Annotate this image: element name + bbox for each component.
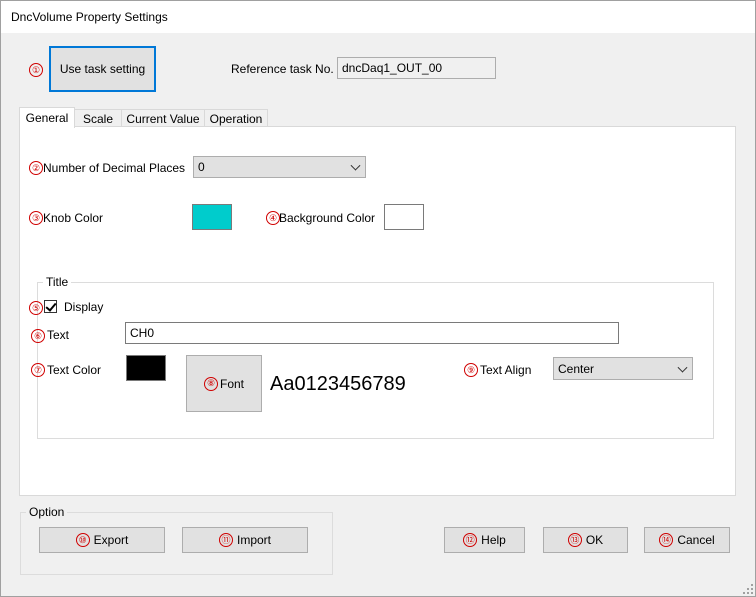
use-task-setting-button[interactable]: Use task setting: [49, 46, 156, 92]
font-preview: Aa0123456789: [270, 373, 406, 395]
chevron-down-icon: [350, 160, 361, 171]
display-checkbox[interactable]: [44, 300, 57, 313]
window-title: DncVolume Property Settings: [11, 10, 168, 24]
text-label: Text: [47, 328, 70, 342]
tab-general[interactable]: General: [19, 107, 75, 128]
chevron-down-icon: [677, 362, 688, 373]
background-color-swatch[interactable]: [384, 204, 424, 230]
help-button-label: Help: [481, 533, 506, 547]
import-button[interactable]: ⑪ Import: [182, 527, 308, 553]
marker-12: ⑫: [463, 533, 478, 547]
export-button-label: Export: [93, 533, 129, 547]
marker-6: ⑥: [31, 329, 45, 343]
knob-color-swatch[interactable]: [192, 204, 232, 230]
export-button[interactable]: ⑩ Export: [39, 527, 165, 553]
option-group-label: Option: [26, 505, 68, 519]
help-button[interactable]: ⑫ Help: [444, 527, 525, 553]
import-button-label: Import: [236, 533, 271, 547]
marker-14: ⑭: [659, 533, 674, 547]
marker-7: ⑦: [31, 363, 45, 377]
title-bar: DncVolume Property Settings: [1, 1, 755, 33]
cancel-button-label: Cancel: [677, 533, 715, 547]
marker-3: ③: [29, 211, 43, 225]
marker-9: ⑨: [464, 363, 478, 377]
marker-13: ⑬: [567, 533, 582, 547]
marker-4: ④: [266, 211, 280, 225]
background-color-label: Background Color: [279, 211, 376, 225]
marker-10: ⑩: [75, 533, 90, 547]
marker-11: ⑪: [218, 533, 233, 547]
decimal-places-value: 0: [198, 160, 205, 174]
text-color-swatch[interactable]: [126, 355, 166, 381]
text-align-value: Center: [558, 361, 595, 376]
title-text-input[interactable]: CH0: [125, 322, 619, 344]
reference-task-field[interactable]: dncDaq1_OUT_00: [337, 57, 496, 79]
ok-button[interactable]: ⑬ OK: [543, 527, 628, 553]
reference-task-label: Reference task No.: [231, 62, 334, 76]
resize-grip-icon[interactable]: [743, 584, 753, 594]
text-align-label: Text Align: [480, 363, 532, 377]
marker-2: ②: [29, 161, 43, 175]
knob-color-label: Knob Color: [43, 211, 104, 225]
title-group-label: Title: [43, 275, 72, 289]
property-settings-window: DncVolume Property Settings ① Use task s…: [0, 0, 756, 597]
text-color-label: Text Color: [47, 363, 102, 377]
marker-1: ①: [29, 63, 43, 77]
font-button-label: Font: [219, 376, 244, 391]
ok-button-label: OK: [585, 533, 604, 547]
marker-8: ⑧: [203, 376, 218, 391]
decimal-places-select[interactable]: 0: [193, 156, 366, 178]
text-align-select[interactable]: Center: [553, 357, 693, 380]
marker-5: ⑤: [29, 301, 43, 315]
display-label: Display: [64, 300, 104, 314]
decimal-places-label: Number of Decimal Places: [43, 161, 186, 175]
font-button[interactable]: ⑧ Font: [186, 355, 262, 412]
cancel-button[interactable]: ⑭ Cancel: [644, 527, 730, 553]
